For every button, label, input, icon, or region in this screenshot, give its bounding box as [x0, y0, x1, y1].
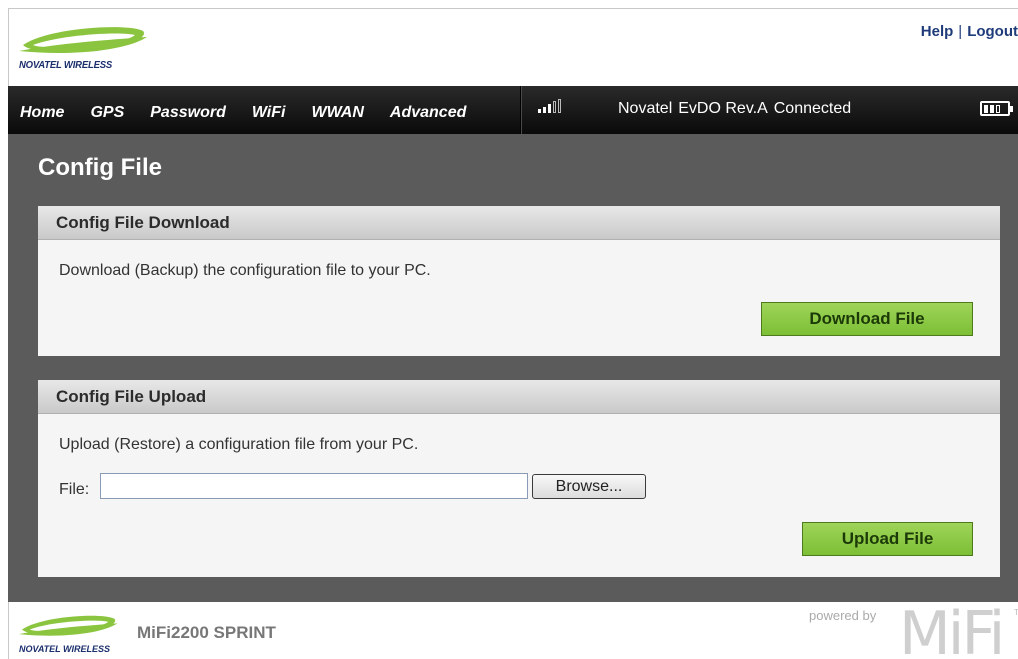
connection-state: Connected [773, 100, 852, 117]
nav-advanced[interactable]: Advanced [390, 104, 466, 122]
download-panel-heading: Config File Download [38, 206, 1000, 240]
upload-panel: Config File Upload Upload (Restore) a co… [38, 380, 1000, 577]
carrier-name: Novatel [618, 100, 673, 117]
logo-text: NOVATEL WIRELESS [19, 60, 113, 71]
powered-by-text: powered by [809, 608, 877, 623]
footer-novatel-logo: NOVATEL WIRELESS [19, 612, 131, 658]
footer: NOVATEL WIRELESS MiFi2200 SPRINT powered… [8, 602, 1018, 659]
file-field-label: File: [59, 481, 90, 498]
novatel-logo: NOVATEL WIRELESS [19, 23, 149, 75]
logout-link[interactable]: Logout [967, 23, 1018, 40]
page-title: Config File [38, 154, 162, 181]
header: NOVATEL WIRELESS Help | Logout [8, 8, 1018, 86]
download-file-button[interactable]: Download File [761, 302, 973, 336]
upload-file-button[interactable]: Upload File [802, 522, 973, 556]
help-link[interactable]: Help [921, 23, 954, 40]
main-content: Config File Config File Download Downloa… [8, 134, 1018, 602]
device-model: MiFi2200 SPRINT [137, 623, 276, 642]
nav-wwan[interactable]: WWAN [311, 104, 363, 122]
nav-password[interactable]: Password [150, 104, 226, 122]
footer-logo-swoosh-icon [19, 615, 118, 636]
nav-divider [520, 86, 522, 134]
battery-icon [980, 101, 1013, 116]
logo-swoosh-icon [19, 27, 147, 54]
download-description: Download (Backup) the configuration file… [59, 262, 431, 279]
page: NOVATEL WIRELESS Help | Logout Home GPS Pa… [0, 0, 1018, 659]
top-links: Help | Logout [921, 23, 1018, 40]
connection-status: Novatel EvDO Rev.A Connected [618, 100, 857, 118]
nav-wifi[interactable]: WiFi [252, 104, 286, 122]
main-nav: Home GPS Password WiFi WWAN Advanced [8, 86, 480, 134]
browse-button[interactable]: Browse... [532, 474, 646, 499]
link-separator: | [958, 23, 963, 40]
nav-gps[interactable]: GPS [90, 104, 124, 122]
upload-description: Upload (Restore) a configuration file fr… [59, 436, 419, 453]
footer-logo-text: NOVATEL WIRELESS [19, 644, 111, 654]
network-type: EvDO Rev.A [678, 100, 768, 117]
file-path-input[interactable] [100, 473, 528, 499]
download-panel: Config File Download Download (Backup) t… [38, 206, 1000, 356]
upload-panel-heading: Config File Upload [38, 380, 1000, 414]
signal-strength-icon [538, 99, 561, 113]
nav-bar: Home GPS Password WiFi WWAN Advanced Nov… [8, 86, 1018, 134]
mifi-logo-text: MiFi [899, 599, 1005, 659]
nav-home[interactable]: Home [20, 104, 64, 122]
trademark-mark: TM [1014, 608, 1018, 617]
